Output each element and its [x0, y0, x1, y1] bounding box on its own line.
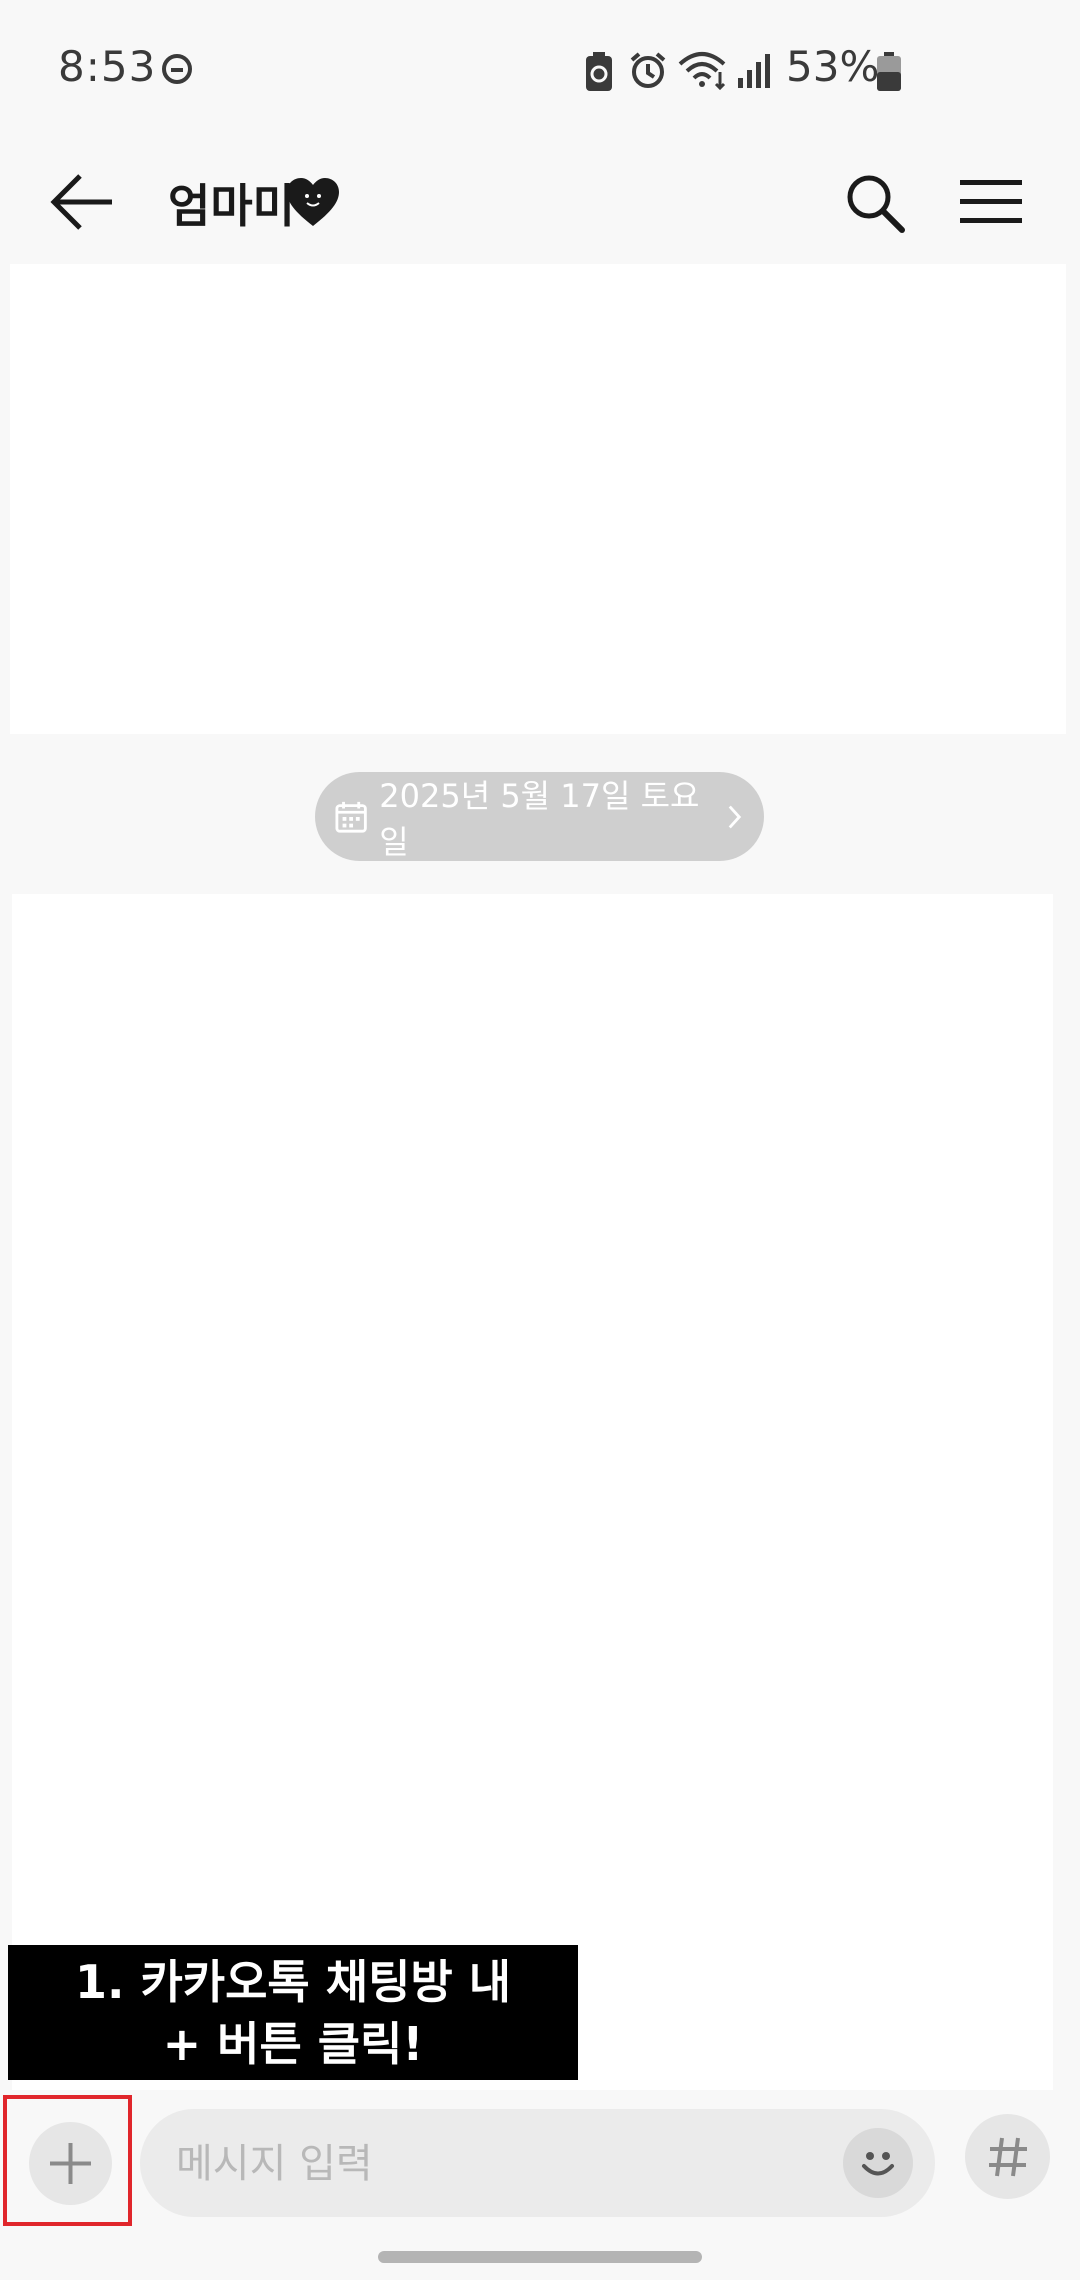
hashtag-search-button[interactable]	[965, 2114, 1050, 2199]
message-input[interactable]	[174, 2135, 778, 2193]
battery-icon	[877, 52, 901, 91]
message-area-blank-top	[10, 264, 1066, 734]
plus-icon	[50, 2143, 91, 2184]
alarm-icon	[630, 52, 666, 88]
status-bar: 8:53 53%	[0, 0, 1080, 140]
heart-icon	[287, 178, 339, 226]
search-button[interactable]	[842, 170, 908, 236]
chat-title: 엄마미	[168, 179, 295, 233]
date-divider[interactable]: 2025년 5월 17일 토요일	[315, 772, 764, 861]
message-input-bar	[0, 2092, 1080, 2232]
instruction-line-2: + 버튼 클릭!	[162, 2016, 424, 2071]
instruction-line-1: 1. 카카오톡 채팅방 내	[74, 1954, 512, 2009]
back-button[interactable]	[46, 164, 122, 240]
message-area-blank-bottom	[12, 894, 1053, 2090]
hamburger-menu-icon	[960, 180, 1022, 223]
message-field[interactable]	[140, 2109, 935, 2217]
date-label: 2025년 5월 17일 토요일	[379, 776, 700, 861]
chat-screen: 8:53 53% 엄마미 2025년 5월 17일 토요일 1. 카카오톡 채팅…	[0, 0, 1080, 2280]
do-not-disturb-icon	[162, 54, 192, 84]
battery-percent: 53%	[786, 42, 880, 91]
search-icon	[847, 175, 905, 233]
attach-plus-button[interactable]	[29, 2122, 112, 2205]
wifi-icon	[678, 52, 726, 90]
signal-icon	[738, 54, 770, 88]
menu-button[interactable]	[958, 174, 1024, 230]
instruction-banner: 1. 카카오톡 채팅방 내 + 버튼 클릭!	[8, 1945, 578, 2080]
smiley-icon	[862, 2152, 894, 2176]
chevron-right-icon	[728, 805, 742, 828]
back-arrow-icon	[50, 174, 112, 230]
emoticon-button[interactable]	[843, 2128, 913, 2198]
hash-icon	[989, 2137, 1027, 2177]
calendar-icon	[335, 801, 367, 833]
chat-header: 엄마미	[0, 140, 1080, 262]
battery-saver-icon	[586, 52, 612, 91]
status-time: 8:53	[58, 42, 157, 91]
home-indicator[interactable]	[378, 2251, 702, 2263]
